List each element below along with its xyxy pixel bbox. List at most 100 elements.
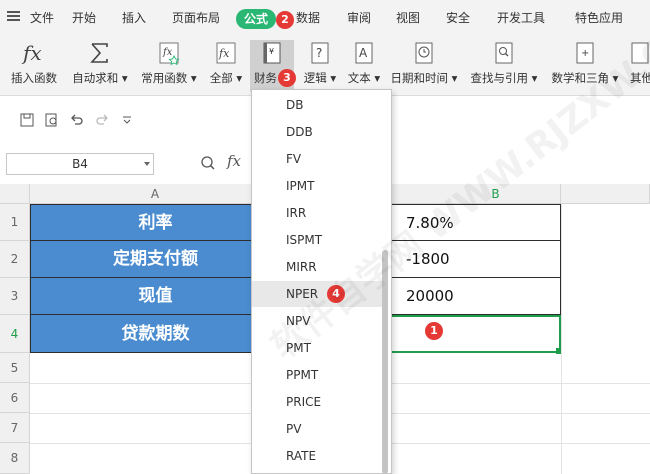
svg-text:A: A: [359, 46, 368, 60]
row-header-8[interactable]: 8: [0, 443, 30, 474]
print-preview-icon[interactable]: [45, 113, 59, 127]
text-button[interactable]: A 文本 ▾: [342, 40, 386, 86]
logic-question-icon: ?: [311, 42, 329, 64]
text-label: 文本: [347, 71, 371, 85]
tab-formulas[interactable]: 公式: [236, 9, 276, 29]
function-item-ispmt[interactable]: ISPMT: [252, 227, 382, 253]
fx-all-icon: fx: [216, 42, 236, 64]
save-icon[interactable]: [20, 113, 34, 127]
name-box[interactable]: B4: [6, 153, 154, 175]
insert-function-button[interactable]: fx 插入函数: [6, 40, 62, 86]
lookup-magnifier-icon: [495, 42, 513, 64]
row-header-6[interactable]: 6: [0, 383, 30, 413]
svg-text:+: +: [581, 48, 589, 59]
function-item-ipmt[interactable]: IPMT: [252, 173, 382, 199]
tab-data[interactable]: 数据: [296, 9, 320, 26]
function-item-mirr[interactable]: MIRR: [252, 254, 382, 280]
other-icon: [631, 42, 649, 64]
step-badge-1: 1: [425, 322, 443, 340]
svg-text:¥: ¥: [269, 47, 274, 56]
svg-text:?: ?: [316, 46, 322, 60]
date-time-button[interactable]: 日期和时间 ▾: [388, 40, 460, 86]
cell-b3[interactable]: 20000: [392, 278, 561, 315]
logic-button[interactable]: ? 逻辑 ▾: [298, 40, 342, 86]
select-all-corner[interactable]: [0, 184, 30, 204]
tab-developer[interactable]: 开发工具: [497, 9, 545, 26]
finance-function-dropdown: DB DDB FV IPMT IRR ISPMT MIRR NPER NPV P…: [251, 89, 392, 474]
zoom-search-icon[interactable]: [200, 155, 216, 171]
svg-text:fx: fx: [218, 47, 230, 60]
function-item-irr[interactable]: IRR: [252, 200, 382, 226]
svg-text:fx: fx: [162, 47, 173, 58]
other-label: 其他: [630, 71, 650, 85]
column-header-c[interactable]: [561, 184, 650, 204]
star-function-icon: fx: [159, 42, 180, 66]
gridline: [561, 204, 562, 474]
cell-a3[interactable]: 现值: [30, 278, 281, 315]
autosum-button[interactable]: 自动求和 ▾: [70, 40, 130, 86]
name-box-dropdown-icon[interactable]: [144, 162, 150, 166]
step-badge-3: 3: [278, 69, 296, 87]
step-badge-4: 4: [327, 285, 345, 303]
function-item-nper[interactable]: NPER: [252, 281, 382, 307]
cell-a2[interactable]: 定期支付额: [30, 241, 281, 278]
clock-icon: [415, 42, 433, 64]
function-item-fv[interactable]: FV: [252, 146, 382, 172]
dropdown-scrollbar[interactable]: [382, 250, 388, 474]
cell-b2[interactable]: -1800: [392, 241, 561, 278]
cell-a4[interactable]: 贷款期数: [30, 315, 281, 353]
common-functions-button[interactable]: fx 常用函数 ▾: [138, 40, 200, 86]
math-icon: +: [576, 42, 594, 64]
row-header-3[interactable]: 3: [0, 278, 30, 315]
function-item-pv[interactable]: PV: [252, 416, 382, 442]
fx-button[interactable]: fx: [227, 152, 241, 170]
step-badge-2: 2: [276, 11, 294, 29]
common-functions-label: 常用函数: [141, 71, 188, 85]
row-header-7[interactable]: 7: [0, 413, 30, 443]
tab-insert[interactable]: 插入: [122, 9, 146, 26]
hamburger-menu-icon[interactable]: [7, 11, 20, 21]
all-functions-label: 全部: [209, 71, 233, 85]
row-header-4[interactable]: 4: [0, 315, 30, 353]
row-header-5[interactable]: 5: [0, 353, 30, 383]
lookup-reference-label: 查找与引用: [470, 71, 529, 85]
function-item-db[interactable]: DB: [252, 92, 382, 118]
insert-function-label: 插入函数: [11, 71, 57, 85]
menu-bar: [0, 0, 650, 36]
function-item-rate[interactable]: RATE: [252, 443, 382, 469]
cell-b1[interactable]: 7.80%: [392, 204, 561, 241]
sigma-icon: [90, 43, 108, 63]
finance-book-icon: ¥: [263, 42, 281, 64]
all-functions-button[interactable]: fx 全部 ▾: [206, 40, 246, 86]
cell-b4-selected[interactable]: [392, 315, 561, 353]
redo-icon[interactable]: [95, 113, 109, 127]
function-item-ddb[interactable]: DDB: [252, 119, 382, 145]
tab-special-apps[interactable]: 特色应用: [575, 9, 623, 26]
fx-icon: fx: [21, 41, 42, 65]
row-header-2[interactable]: 2: [0, 241, 30, 278]
customize-toolbar-icon[interactable]: [120, 113, 134, 127]
function-item-pmt[interactable]: PMT: [252, 335, 382, 361]
tab-security[interactable]: 安全: [446, 9, 470, 26]
tab-page-layout[interactable]: 页面布局: [172, 9, 220, 26]
logic-label: 逻辑: [303, 71, 327, 85]
file-menu[interactable]: 文件: [30, 9, 54, 26]
tab-view[interactable]: 视图: [396, 9, 420, 26]
function-item-npv[interactable]: NPV: [252, 308, 382, 334]
autosum-label: 自动求和: [72, 71, 119, 85]
lookup-reference-button[interactable]: 查找与引用 ▾: [468, 40, 540, 86]
cell-a1[interactable]: 利率: [30, 204, 281, 241]
tab-home[interactable]: 开始: [72, 9, 96, 26]
date-time-label: 日期和时间: [390, 71, 449, 85]
other-functions-button[interactable]: 其他: [630, 40, 650, 86]
column-header-a[interactable]: A: [30, 184, 281, 204]
function-item-ppmt[interactable]: PPMT: [252, 362, 382, 388]
math-trig-label: 数学和三角: [551, 71, 610, 85]
math-trig-button[interactable]: + 数学和三角 ▾: [548, 40, 622, 86]
row-header-1[interactable]: 1: [0, 204, 30, 241]
undo-icon[interactable]: [70, 113, 84, 127]
text-a-icon: A: [355, 42, 373, 64]
function-item-price[interactable]: PRICE: [252, 389, 382, 415]
svg-text:fx: fx: [21, 41, 42, 65]
tab-review[interactable]: 审阅: [347, 9, 371, 26]
